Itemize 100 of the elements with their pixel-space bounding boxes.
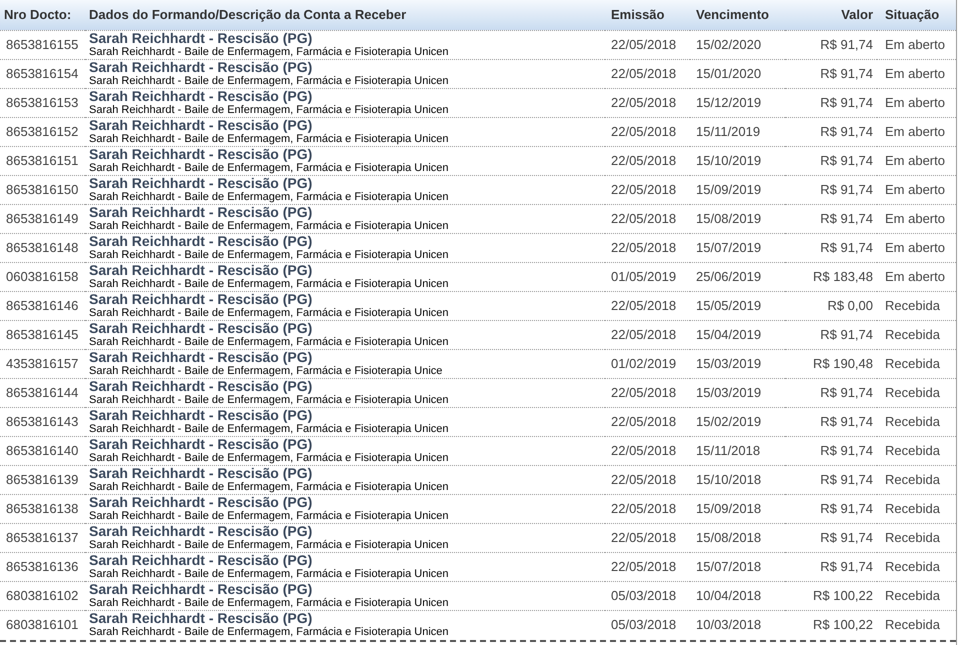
- table-cell: R$ 91,74: [785, 175, 877, 204]
- account-description: Sarah Reichhardt - Baile de Enfermagem, Farmácia e Fisioterapia Unice: [89, 365, 444, 377]
- account-description: Sarah Reichhardt - Baile de Enfermagem, Farmácia e Fisioterapia Unicen: [89, 423, 450, 435]
- table-cell: 22/05/2018: [605, 233, 690, 262]
- table-cell: R$ 91,74: [785, 494, 877, 523]
- table-cell: 8653816136: [0, 552, 85, 581]
- table-cell: R$ 91,74: [785, 465, 877, 494]
- table-cell: R$ 91,74: [785, 523, 877, 552]
- table-cell: R$ 91,74: [785, 204, 877, 233]
- table-cell: Recebida: [877, 320, 956, 349]
- account-description: Sarah Reichhardt - Baile de Enfermagem, Farmácia e Fisioterapia Unicen: [89, 249, 450, 261]
- table-cell: 6803816101: [0, 610, 85, 639]
- table-cell: 01/05/2019: [605, 262, 690, 291]
- table-cell: 8653816153: [0, 88, 85, 117]
- account-title: Sarah Reichhardt - Rescisão (PG): [89, 205, 314, 220]
- table-cell: 22/05/2018: [605, 436, 690, 465]
- table-cell: R$ 91,74: [785, 117, 877, 146]
- table-cell: 15/11/2019: [690, 117, 785, 146]
- table-cell: 22/05/2018: [605, 30, 690, 59]
- table-cell: 4353816157: [0, 349, 85, 378]
- account-description: Sarah Reichhardt - Baile de Enfermagem, Farmácia e Fisioterapia Unicen: [89, 510, 450, 522]
- table-cell: 8653816140: [0, 436, 85, 465]
- account-title: Sarah Reichhardt - Rescisão (PG): [89, 553, 314, 568]
- table-cell: Recebida: [877, 407, 956, 436]
- account-description: Sarah Reichhardt - Baile de Enfermagem, Farmácia e Fisioterapia Unicen: [89, 394, 450, 406]
- account-title: Sarah Reichhardt - Rescisão (PG): [89, 437, 314, 452]
- account-title: Sarah Reichhardt - Rescisão (PG): [89, 466, 314, 481]
- account-title: Sarah Reichhardt - Rescisão (PG): [89, 582, 314, 597]
- table-cell: 22/05/2018: [605, 378, 690, 407]
- table-cell: R$ 183,48: [785, 262, 877, 291]
- account-title: Sarah Reichhardt - Rescisão (PG): [89, 31, 314, 46]
- table-cell: 8653816139: [0, 465, 85, 494]
- table-cell: 15/01/2020: [690, 59, 785, 88]
- account-description: Sarah Reichhardt - Baile de Enfermagem, Farmácia e Fisioterapia Unicen: [89, 626, 450, 638]
- table-cell: Em aberto: [877, 88, 956, 117]
- account-description: Sarah Reichhardt - Baile de Enfermagem, Farmácia e Fisioterapia Unicen: [89, 162, 450, 174]
- column-header: Valor: [785, 0, 877, 30]
- table-cell: 15/09/2019: [690, 175, 785, 204]
- table-cell: 22/05/2018: [605, 523, 690, 552]
- account-title: Sarah Reichhardt - Rescisão (PG): [89, 234, 314, 249]
- column-header: Vencimento: [690, 0, 785, 30]
- table-cell: 05/03/2018: [605, 610, 690, 639]
- table-cell: Recebida: [877, 523, 956, 552]
- account-title: Sarah Reichhardt - Rescisão (PG): [89, 176, 314, 191]
- account-title: Sarah Reichhardt - Rescisão (PG): [89, 60, 314, 75]
- table-cell: Recebida: [877, 610, 956, 639]
- table-cell: Em aberto: [877, 262, 956, 291]
- table-cell: 22/05/2018: [605, 552, 690, 581]
- table-cell: 8653816144: [0, 378, 85, 407]
- table-cell: Em aberto: [877, 30, 956, 59]
- account-title: Sarah Reichhardt - Rescisão (PG): [89, 321, 314, 336]
- table-cell: 15/07/2019: [690, 233, 785, 262]
- account-title: Sarah Reichhardt - Rescisão (PG): [89, 350, 314, 365]
- account-title: Sarah Reichhardt - Rescisão (PG): [89, 263, 314, 278]
- table-cell: Em aberto: [877, 59, 956, 88]
- table-cell: 05/03/2018: [605, 581, 690, 610]
- table-cell: R$ 91,74: [785, 378, 877, 407]
- table-cell: Recebida: [877, 378, 956, 407]
- table-cell: 10/04/2018: [690, 581, 785, 610]
- table-cell: 15/09/2018: [690, 494, 785, 523]
- table-cell: R$ 0,00: [785, 291, 877, 320]
- account-title: Sarah Reichhardt - Rescisão (PG): [89, 524, 314, 539]
- account-description: Sarah Reichhardt - Baile de Enfermagem, Farmácia e Fisioterapia Unicen: [89, 336, 450, 348]
- table-cell: Recebida: [877, 581, 956, 610]
- table-cell: 8653816152: [0, 117, 85, 146]
- table-cell: R$ 91,74: [785, 30, 877, 59]
- table-cell: 15/02/2019: [690, 407, 785, 436]
- account-description: Sarah Reichhardt - Baile de Enfermagem, Farmácia e Fisioterapia Unicen: [89, 133, 450, 145]
- table-cell: R$ 91,74: [785, 436, 877, 465]
- table-cell: R$ 91,74: [785, 88, 877, 117]
- table-cell: 8653816138: [0, 494, 85, 523]
- table-cell: 8653816146: [0, 291, 85, 320]
- table-cell: Em aberto: [877, 175, 956, 204]
- account-title: Sarah Reichhardt - Rescisão (PG): [89, 292, 314, 307]
- table-cell: Recebida: [877, 436, 956, 465]
- column-header: Emissão: [605, 0, 690, 30]
- table-cell: Em aberto: [877, 117, 956, 146]
- table-cell: 22/05/2018: [605, 88, 690, 117]
- account-description: Sarah Reichhardt - Baile de Enfermagem, Farmácia e Fisioterapia Unicen: [89, 539, 450, 551]
- table-cell: Recebida: [877, 349, 956, 378]
- account-description: Sarah Reichhardt - Baile de Enfermagem, Farmácia e Fisioterapia Unicen: [89, 278, 450, 290]
- table-cell: 10/03/2018: [690, 610, 785, 639]
- table-cell: 15/08/2019: [690, 204, 785, 233]
- account-title: Sarah Reichhardt - Rescisão (PG): [89, 118, 314, 133]
- table-cell: R$ 91,74: [785, 233, 877, 262]
- account-title: Sarah Reichhardt - Rescisão (PG): [89, 147, 314, 162]
- table-cell: 8653816143: [0, 407, 85, 436]
- table-cell: 6803816102: [0, 581, 85, 610]
- account-description: Sarah Reichhardt - Baile de Enfermagem, Farmácia e Fisioterapia Unicen: [89, 307, 450, 319]
- table-cell: R$ 91,74: [785, 552, 877, 581]
- table-cell: 22/05/2018: [605, 494, 690, 523]
- table-cell: 01/02/2019: [605, 349, 690, 378]
- table-cell: 8653816137: [0, 523, 85, 552]
- account-title: Sarah Reichhardt - Rescisão (PG): [89, 495, 314, 510]
- table-cell: 15/08/2018: [690, 523, 785, 552]
- account-description: Sarah Reichhardt - Baile de Enfermagem, Farmácia e Fisioterapia Unicen: [89, 568, 450, 580]
- table-cell: Recebida: [877, 552, 956, 581]
- account-description: Sarah Reichhardt - Baile de Enfermagem, Farmácia e Fisioterapia Unicen: [89, 481, 450, 493]
- table-cell: 8653816150: [0, 175, 85, 204]
- table-cell: 22/05/2018: [605, 204, 690, 233]
